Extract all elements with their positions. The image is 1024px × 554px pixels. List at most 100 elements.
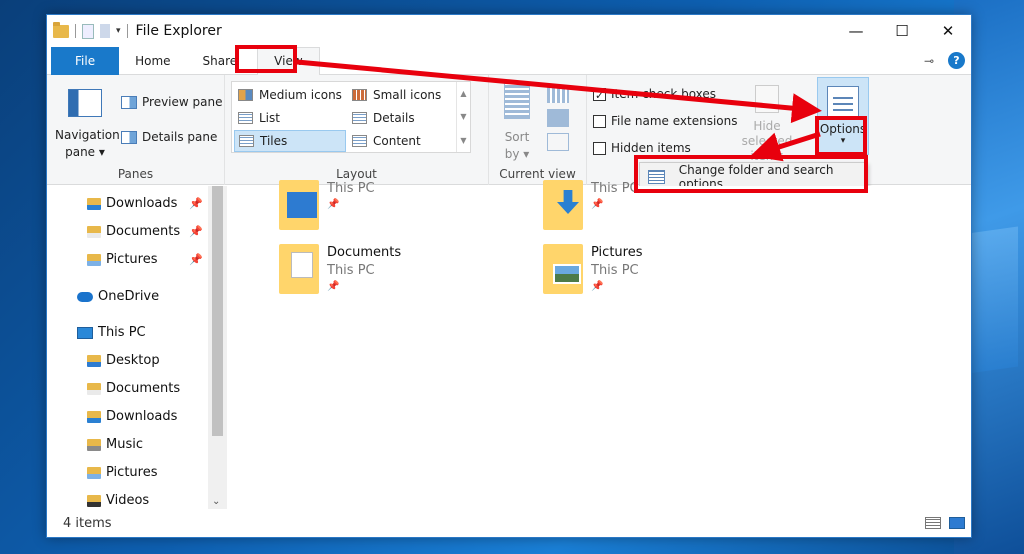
tile-name: Documents bbox=[327, 245, 402, 260]
details-pane-button[interactable]: Details pane bbox=[121, 130, 217, 144]
nav-item-downloads-pc[interactable]: Downloads bbox=[87, 409, 177, 424]
layout-group: Medium icons Small icons List Details Ti… bbox=[225, 75, 489, 185]
properties-icon[interactable] bbox=[82, 23, 94, 39]
expand-gallery-icon[interactable]: ▼ bbox=[460, 136, 466, 145]
pin-ribbon-icon[interactable]: ⊸ bbox=[924, 54, 934, 68]
small-icons-icon bbox=[352, 89, 367, 101]
navigation-pane-button[interactable]: Navigation pane ▾ bbox=[55, 89, 120, 161]
layout-gallery: Medium icons Small icons List Details Ti… bbox=[231, 81, 471, 153]
pictures-folder-icon bbox=[87, 466, 101, 479]
current-view-group-label: Current view bbox=[499, 167, 576, 181]
nav-label: Documents bbox=[106, 381, 181, 396]
minimize-button[interactable]: — bbox=[833, 15, 879, 47]
checkbox[interactable] bbox=[593, 141, 606, 155]
tile-location: This PC bbox=[591, 181, 639, 196]
layout-small-icons[interactable]: Small icons bbox=[348, 84, 460, 106]
status-bar: 4 items bbox=[47, 509, 971, 537]
file-name-extensions-toggle[interactable]: File name extensions bbox=[593, 114, 738, 128]
scrollbar-thumb[interactable] bbox=[212, 186, 223, 436]
tile-pictures[interactable]: Pictures This PC 📌 bbox=[543, 244, 642, 294]
layout-gallery-scroll[interactable]: ▲ ▼ ▼ bbox=[456, 82, 470, 152]
nav-item-documents-pc[interactable]: Documents bbox=[87, 381, 180, 396]
nav-item-desktop[interactable]: Desktop bbox=[87, 353, 160, 368]
nav-label: Pictures bbox=[106, 252, 158, 267]
tile-location: This PC bbox=[591, 263, 639, 278]
sort-icon bbox=[504, 83, 530, 119]
nav-label: OneDrive bbox=[98, 289, 160, 304]
tile-downloads[interactable]: This PC 📌 bbox=[543, 180, 639, 230]
layout-item-label: Details bbox=[373, 111, 415, 125]
quick-access-toolbar: ▾ bbox=[47, 21, 128, 39]
layout-item-label: Small icons bbox=[373, 88, 442, 102]
help-icon[interactable]: ? bbox=[948, 52, 965, 69]
layout-item-label: Content bbox=[373, 134, 421, 148]
tab-home[interactable]: Home bbox=[119, 47, 186, 75]
desktop-light-beam bbox=[968, 226, 1018, 374]
desktop-folder-icon bbox=[279, 180, 319, 230]
maximize-button[interactable]: ☐ bbox=[879, 15, 925, 47]
close-button[interactable]: ✕ bbox=[925, 15, 971, 47]
nav-label: Pictures bbox=[106, 465, 158, 480]
sort-by-button[interactable]: Sort by ▾ bbox=[497, 83, 537, 163]
nav-item-documents[interactable]: Documents 📌 bbox=[87, 224, 203, 239]
layout-list[interactable]: List bbox=[234, 107, 346, 129]
nav-item-pictures-pc[interactable]: Pictures bbox=[87, 465, 157, 480]
documents-folder-icon bbox=[279, 244, 319, 294]
nav-item-videos[interactable]: Videos bbox=[87, 493, 149, 508]
hide-selected-items-button[interactable]: Hide selected items bbox=[727, 85, 807, 164]
pin-icon: 📌 bbox=[189, 225, 203, 238]
pin-icon: 📌 bbox=[327, 281, 340, 292]
nav-item-pictures[interactable]: Pictures 📌 bbox=[87, 252, 203, 267]
scroll-down-icon[interactable]: ▼ bbox=[460, 112, 466, 121]
pin-icon: 📌 bbox=[591, 199, 604, 210]
checkbox[interactable] bbox=[593, 114, 606, 128]
tab-file[interactable]: File bbox=[51, 46, 120, 75]
annotation-box-change-options bbox=[634, 155, 868, 193]
tile-desktop[interactable]: This PC 📌 bbox=[279, 180, 375, 230]
size-columns-icon[interactable] bbox=[547, 133, 569, 151]
scroll-up-icon[interactable]: ▲ bbox=[460, 89, 466, 98]
add-columns-icon[interactable] bbox=[547, 109, 569, 127]
pictures-folder-icon bbox=[543, 244, 583, 294]
content-area: This PC 📌 This PC 📌 Documents This PC 📌 bbox=[227, 180, 971, 511]
hidden-items-toggle[interactable]: Hidden items bbox=[593, 141, 691, 155]
annotation-box-options bbox=[815, 116, 867, 156]
layout-content[interactable]: Content bbox=[348, 130, 460, 152]
nav-item-onedrive[interactable]: OneDrive bbox=[77, 289, 159, 304]
tile-documents[interactable]: Documents This PC 📌 bbox=[279, 244, 401, 294]
navigation-pane-label: Navigation pane ▾ bbox=[55, 128, 120, 159]
panes-group-label: Panes bbox=[117, 167, 154, 181]
nav-label: Videos bbox=[106, 493, 150, 508]
layout-details[interactable]: Details bbox=[348, 107, 460, 129]
nav-item-this-pc[interactable]: This PC bbox=[77, 325, 146, 340]
nav-item-music[interactable]: Music bbox=[87, 437, 143, 452]
tile-location: This PC bbox=[327, 263, 375, 278]
nav-label: Downloads bbox=[106, 196, 178, 211]
large-icons-view-icon[interactable] bbox=[949, 517, 965, 529]
layout-item-label: List bbox=[259, 111, 280, 125]
navigation-scrollbar[interactable]: ⌄ bbox=[208, 186, 227, 511]
nav-label: Music bbox=[106, 437, 143, 452]
nav-label: Documents bbox=[106, 224, 181, 239]
downloads-folder-icon bbox=[87, 197, 101, 210]
toolbar-divider bbox=[126, 24, 128, 38]
window-title: File Explorer bbox=[135, 23, 222, 39]
group-by-icon[interactable] bbox=[547, 85, 569, 103]
content-icon bbox=[352, 135, 367, 147]
checkbox[interactable] bbox=[593, 87, 606, 101]
item-checkboxes-label: Item check boxes bbox=[611, 87, 717, 101]
item-checkboxes-toggle[interactable]: Item check boxes bbox=[593, 87, 716, 101]
scroll-down-icon[interactable]: ⌄ bbox=[212, 496, 220, 507]
customize-toolbar-chevron-icon[interactable]: ▾ bbox=[116, 26, 121, 36]
desktop-folder-icon bbox=[87, 354, 101, 367]
nav-item-downloads[interactable]: Downloads 📌 bbox=[87, 196, 203, 211]
preview-pane-button[interactable]: Preview pane bbox=[121, 95, 222, 109]
options-icon bbox=[827, 86, 859, 118]
layout-medium-icons[interactable]: Medium icons bbox=[234, 84, 346, 106]
nav-label: Desktop bbox=[106, 353, 160, 368]
layout-tiles[interactable]: Tiles bbox=[234, 130, 346, 152]
details-view-icon[interactable] bbox=[925, 517, 941, 529]
downloads-folder-icon bbox=[543, 180, 583, 230]
details-icon bbox=[352, 112, 367, 124]
new-folder-icon[interactable] bbox=[100, 24, 110, 38]
